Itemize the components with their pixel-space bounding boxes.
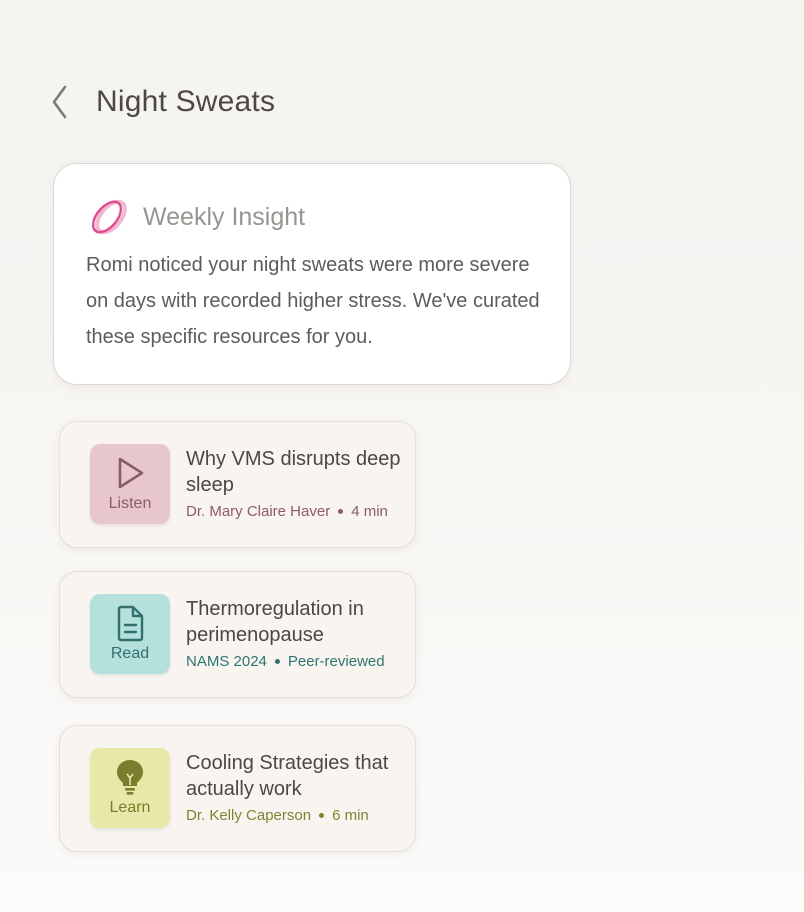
weekly-insight-card: Weekly Insight Romi noticed your night s… xyxy=(53,163,571,385)
resource-title: Cooling Strategies that actually work xyxy=(186,752,389,800)
back-button[interactable] xyxy=(44,78,74,126)
tile-label: Learn xyxy=(109,799,151,816)
resource-meta: Dr. Mary Claire Haver 4 min xyxy=(186,503,388,520)
document-icon xyxy=(117,605,144,642)
resource-meta: Dr. Kelly Caperson 6 min xyxy=(186,807,369,824)
resource-card-listen[interactable]: Listen Why VMS disrupts deep sleep Dr. M… xyxy=(59,421,416,548)
listen-tile[interactable]: Listen xyxy=(90,444,170,524)
meta-separator xyxy=(338,509,344,514)
romi-logo-icon xyxy=(91,199,127,235)
tile-label: Listen xyxy=(108,495,152,512)
read-tile[interactable]: Read xyxy=(90,594,170,674)
resource-meta: NAMS 2024 Peer-reviewed xyxy=(186,653,385,670)
lightbulb-icon xyxy=(117,760,143,795)
learn-tile[interactable]: Learn xyxy=(90,748,170,828)
page-title: Night Sweats xyxy=(96,85,276,118)
meta-separator xyxy=(274,659,280,664)
insight-title: Weekly Insight xyxy=(143,202,306,231)
chevron-left-icon[interactable] xyxy=(48,83,70,121)
resource-title: Why VMS disrupts deep sleep xyxy=(186,448,401,496)
resource-card-learn[interactable]: Learn Cooling Strategies that actually w… xyxy=(59,725,416,852)
play-icon xyxy=(118,457,144,489)
resource-duration: 6 min xyxy=(332,807,369,824)
resource-card-read[interactable]: Read Thermoregulation in perimenopause N… xyxy=(59,571,416,698)
resource-author: Dr. Kelly Caperson xyxy=(186,807,312,824)
resource-source: NAMS 2024 xyxy=(186,653,267,670)
resource-review-status: Peer-reviewed xyxy=(287,653,385,670)
insight-header: Weekly Insight xyxy=(87,197,305,237)
tile-label: Read xyxy=(110,645,150,662)
resource-author: Dr. Mary Claire Haver xyxy=(186,503,331,520)
resource-title: Thermoregulation in perimenopause xyxy=(186,598,364,646)
page-header: Night Sweats xyxy=(44,78,275,126)
meta-separator xyxy=(319,813,325,818)
insight-text: Romi noticed your night sweats were more… xyxy=(86,254,540,348)
resource-duration: 4 min xyxy=(351,503,388,520)
